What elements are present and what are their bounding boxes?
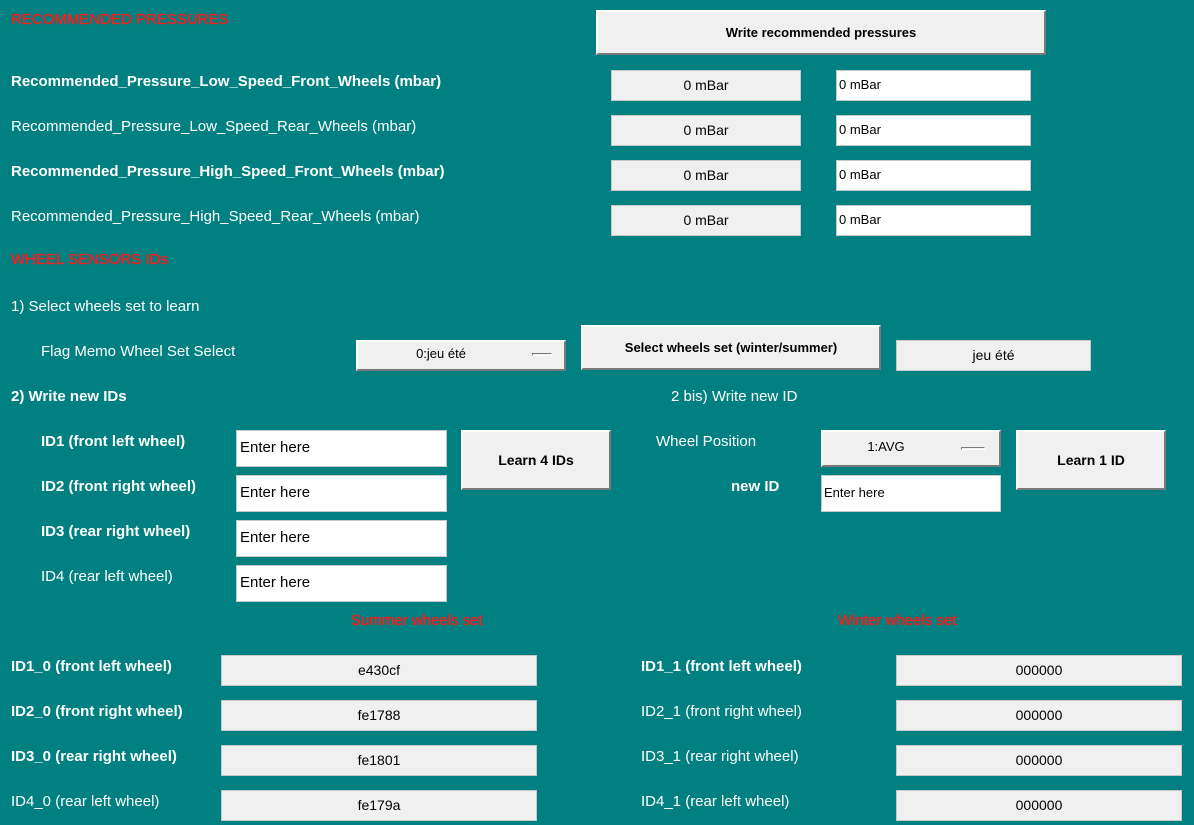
summer-id1-label: ID1_0 (front left wheel) — [11, 658, 172, 675]
pressure-low-front-input[interactable]: 0 mBar — [836, 70, 1031, 101]
write-recommended-pressures-button[interactable]: Write recommended pressures — [596, 10, 1046, 55]
pressure-high-rear-input[interactable]: 0 mBar — [836, 205, 1031, 236]
selected-set-value: jeu été — [896, 340, 1091, 371]
ring-selector-icon — [532, 353, 552, 356]
winter-id1-label: ID1_1 (front left wheel) — [641, 658, 802, 675]
step2-label: 2) Write new IDs — [11, 388, 127, 405]
summer-id3-value: fe1801 — [221, 745, 537, 776]
wheel-position-value: 1:AVG — [867, 439, 905, 454]
step2bis-label: 2 bis) Write new ID — [671, 388, 798, 405]
id3-label: ID3 (rear right wheel) — [41, 523, 191, 540]
winter-id2-label: ID2_1 (front right wheel) — [641, 703, 802, 720]
pressures-section-title: RECOMMENDED PRESSURES — [11, 11, 229, 28]
pressure-low-rear-label: Recommended_Pressure_Low_Speed_Rear_Whee… — [11, 118, 417, 135]
wheel-position-select[interactable]: 1:AVG — [821, 430, 1001, 467]
winter-id4-value: 000000 — [896, 790, 1182, 821]
learn-1-id-button[interactable]: Learn 1 ID — [1016, 430, 1166, 490]
pressure-low-rear-input[interactable]: 0 mBar — [836, 115, 1031, 146]
id2-input[interactable]: Enter here — [236, 475, 447, 512]
select-wheels-set-button[interactable]: Select wheels set (winter/summer) — [581, 325, 881, 370]
pressure-high-rear-label: Recommended_Pressure_High_Speed_Rear_Whe… — [11, 208, 420, 225]
id1-label: ID1 (front left wheel) — [41, 433, 186, 450]
summer-id4-value: fe179a — [221, 790, 537, 821]
summer-id2-value: fe1788 — [221, 700, 537, 731]
step1-label: 1) Select wheels set to learn — [11, 298, 200, 315]
flag-memo-label: Flag Memo Wheel Set Select — [41, 343, 236, 360]
new-id-label: new ID — [731, 478, 780, 495]
summer-set-title: Summer wheels set — [351, 612, 483, 629]
winter-set-title: Winter wheels set — [838, 612, 957, 629]
pressure-high-rear-value: 0 mBar — [611, 205, 801, 236]
pressure-high-front-label: Recommended_Pressure_High_Speed_Front_Wh… — [11, 163, 445, 180]
pressure-high-front-value: 0 mBar — [611, 160, 801, 191]
winter-id2-value: 000000 — [896, 700, 1182, 731]
summer-id4-label: ID4_0 (rear left wheel) — [11, 793, 160, 810]
pressure-low-front-value: 0 mBar — [611, 70, 801, 101]
id4-input[interactable]: Enter here — [236, 565, 447, 602]
id1-input[interactable]: Enter here — [236, 430, 447, 467]
pressure-high-front-input[interactable]: 0 mBar — [836, 160, 1031, 191]
wheel-position-label: Wheel Position — [656, 433, 757, 450]
winter-id3-value: 000000 — [896, 745, 1182, 776]
flag-memo-value: 0:jeu été — [416, 346, 466, 361]
pressure-low-rear-value: 0 mBar — [611, 115, 801, 146]
flag-memo-wheel-set-select[interactable]: 0:jeu été — [356, 340, 566, 371]
pressure-low-front-label: Recommended_Pressure_Low_Speed_Front_Whe… — [11, 73, 442, 90]
new-id-input[interactable]: Enter here — [821, 475, 1001, 512]
id3-input[interactable]: Enter here — [236, 520, 447, 557]
winter-id3-label: ID3_1 (rear right wheel) — [641, 748, 799, 765]
sensors-section-title: WHEEL SENSORS IDs — [11, 251, 168, 268]
id2-label: ID2 (front right wheel) — [41, 478, 196, 495]
winter-id4-label: ID4_1 (rear left wheel) — [641, 793, 790, 810]
learn-4-ids-button[interactable]: Learn 4 IDs — [461, 430, 611, 490]
ring-selector-icon — [961, 447, 985, 450]
summer-id2-label: ID2_0 (front right wheel) — [11, 703, 183, 720]
summer-id3-label: ID3_0 (rear right wheel) — [11, 748, 177, 765]
winter-id1-value: 000000 — [896, 655, 1182, 686]
summer-id1-value: e430cf — [221, 655, 537, 686]
id4-label: ID4 (rear left wheel) — [41, 568, 173, 585]
